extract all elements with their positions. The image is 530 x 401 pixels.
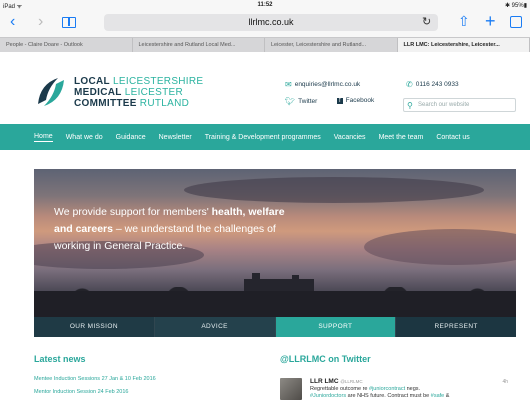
tab-llr-lmc[interactable]: LLR LMC: Leicestershire, Leicester... <box>397 38 530 52</box>
logo-text: LOCAL LEICESTERSHIRE MEDICAL LEICESTER C… <box>74 75 204 109</box>
nav-home[interactable]: Home <box>34 133 53 142</box>
tab-bar: People - Claire Doare - Outlook Leiceste… <box>0 37 530 52</box>
search-input[interactable]: ⚲ Search our website <box>403 98 516 112</box>
hero-banner: We provide support for members' health, … <box>34 169 516 317</box>
site-logo[interactable]: LOCAL LEICESTERSHIRE MEDICAL LEICESTER C… <box>34 74 203 110</box>
twitter-icon: 🐦︎ <box>285 97 296 106</box>
logo-mark-icon <box>38 78 64 106</box>
nav-what-we-do[interactable]: What we do <box>66 134 103 141</box>
tab-advice[interactable]: ADVICE <box>154 317 276 337</box>
facebook-link[interactable]: f Facebook <box>337 97 374 104</box>
bookmarks-icon[interactable] <box>62 17 76 28</box>
avatar[interactable] <box>280 378 302 400</box>
battery-indicator: ✱ 95%▮ <box>504 3 527 9</box>
status-bar: iPad ᯤ 11:52 ✱ 95%▮ <box>0 0 530 10</box>
news-item[interactable]: Mentor Induction Session 24 Feb 2016 <box>34 389 128 395</box>
phone-number[interactable]: ✆ 0116 243 0933 <box>406 80 459 89</box>
reload-icon[interactable]: ↻ <box>422 15 431 28</box>
tab-our-mission[interactable]: OUR MISSION <box>34 317 155 337</box>
phone-icon: ✆ <box>406 80 413 89</box>
clock: 11:52 <box>257 2 273 8</box>
envelope-icon: ✉ <box>285 80 292 89</box>
new-tab-icon[interactable]: + <box>485 11 496 32</box>
nav-meet-the-team[interactable]: Meet the team <box>379 134 424 141</box>
tabs-overview-icon[interactable] <box>510 16 522 28</box>
back-button[interactable]: ‹ <box>10 13 15 31</box>
nav-contact-us[interactable]: Contact us <box>436 134 469 141</box>
hero-tagline: We provide support for members' health, … <box>54 206 285 252</box>
tweet-text: Regrettable outcome re #juniorcontract n… <box>310 386 450 399</box>
email-link[interactable]: ✉ enquiries@llrlmc.co.uk <box>285 80 360 89</box>
nav-vacancies[interactable]: Vacancies <box>334 134 366 141</box>
address-bar[interactable]: llrlmc.co.uk <box>104 14 438 31</box>
forward-button[interactable]: › <box>38 13 43 31</box>
hero-tabs: OUR MISSION ADVICE SUPPORT REPRESENT <box>34 317 516 337</box>
tab-lmc-2[interactable]: Leicester, Leicestershire and Rutland... <box>265 38 398 52</box>
tweet-time: 4h <box>502 379 508 385</box>
nav-training[interactable]: Training & Development programmes <box>205 134 321 141</box>
tab-outlook[interactable]: People - Claire Doare - Outlook <box>0 38 133 52</box>
tab-support[interactable]: SUPPORT <box>275 317 397 337</box>
search-icon: ⚲ <box>407 101 413 110</box>
latest-news-heading: Latest news <box>34 354 86 364</box>
nav-guidance[interactable]: Guidance <box>116 134 146 141</box>
tab-represent[interactable]: REPRESENT <box>396 317 516 337</box>
twitter-heading: @LLRLMC on Twitter <box>280 354 371 364</box>
news-item[interactable]: Mentee Induction Sessions 27 Jan & 10 Fe… <box>34 376 156 382</box>
share-icon[interactable]: ⇧ <box>458 13 470 30</box>
tab-lmc-1[interactable]: Leicestershire and Rutland Local Med... <box>133 38 265 52</box>
nav-newsletter[interactable]: Newsletter <box>159 134 192 141</box>
twitter-link[interactable]: 🐦︎ Twitter <box>285 97 317 106</box>
main-nav: Home What we do Guidance Newsletter Trai… <box>0 124 530 150</box>
browser-toolbar: ‹ › llrlmc.co.uk ↻ ⇧ + <box>0 10 530 37</box>
web-page: LOCAL LEICESTERSHIRE MEDICAL LEICESTER C… <box>0 52 530 401</box>
facebook-icon: f <box>337 97 343 104</box>
tweet-author[interactable]: LLR LMC @LLRLMC <box>310 378 363 385</box>
